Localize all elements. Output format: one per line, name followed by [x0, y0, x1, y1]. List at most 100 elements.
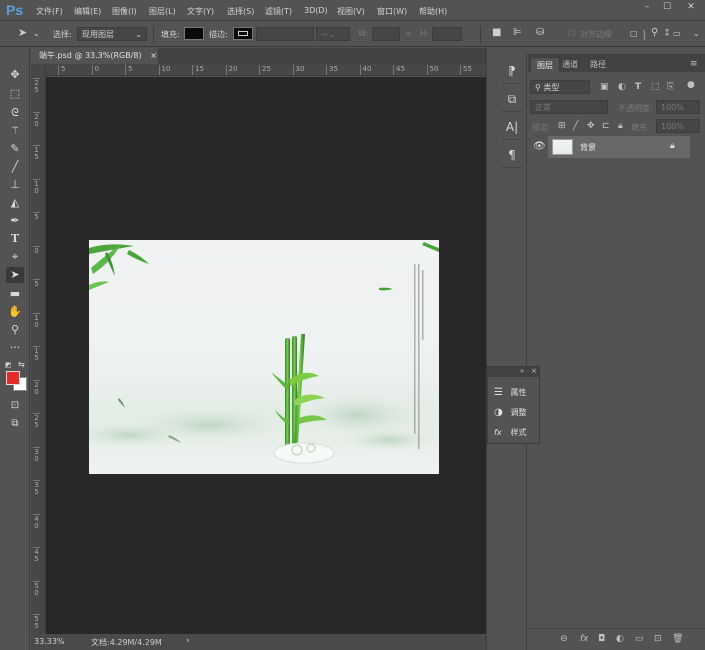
tool-preset-chevron-icon[interactable]: ⌄ — [33, 29, 40, 38]
paragraph-icon[interactable]: ¶ — [501, 142, 523, 168]
zoom-level[interactable]: 33.33% — [34, 637, 65, 646]
adjustments-panel-button[interactable]: ◑ 调整 — [494, 407, 527, 418]
new-layer-icon[interactable]: ⊡ — [654, 634, 662, 644]
maximize-button[interactable]: ☐ — [656, 0, 678, 14]
history-icon[interactable]: ⁋ — [501, 58, 523, 84]
filter-kind-dropdown[interactable]: ⚲ 类型 — [530, 80, 590, 94]
floating-panel-header[interactable]: » × — [488, 367, 539, 377]
status-menu-arrow-icon[interactable]: › — [186, 636, 190, 646]
menu-layer[interactable]: 图层(L) — [149, 6, 176, 17]
menu-image[interactable]: 图像(I) — [112, 6, 137, 17]
menu-view[interactable]: 视图(V) — [337, 6, 365, 17]
filter-adjustment-icon[interactable]: ◐ — [618, 82, 626, 92]
foreground-color-swatch[interactable] — [6, 371, 20, 385]
panel-menu-icon[interactable]: ≡ — [690, 59, 698, 69]
blend-mode-dropdown[interactable]: 正常 — [530, 100, 608, 114]
tab-channels[interactable]: 通道 — [556, 57, 584, 72]
select-dropdown[interactable]: 现用图层 ⌄ — [77, 27, 147, 41]
filter-toggle-icon[interactable]: ● — [687, 80, 695, 90]
share-icon[interactable]: ⁑ — [665, 29, 669, 38]
stroke-width-field[interactable] — [256, 27, 314, 41]
path-alignment-icon[interactable]: ⊫ — [513, 27, 522, 38]
new-group-icon[interactable]: ▭ — [635, 634, 644, 644]
filter-smart-object-icon[interactable]: ⎘ — [667, 82, 674, 92]
menu-filter[interactable]: 滤镜(T) — [265, 6, 292, 17]
fill-field[interactable]: 100% — [656, 119, 700, 133]
document-tab[interactable]: 端午.psd @ 33.3%(RGB/8) × — [31, 48, 158, 64]
lock-image-icon[interactable]: ╱ — [573, 121, 578, 131]
3d-panel-icon[interactable]: ⧉ — [501, 86, 523, 112]
quick-mask-icon[interactable]: ⊡ — [6, 398, 24, 414]
more-tools-icon[interactable]: ··· — [6, 340, 24, 356]
collapse-panel-icon[interactable]: » — [520, 367, 524, 375]
lasso-tool-icon[interactable]: ᘓ — [6, 105, 24, 121]
menu-3d[interactable]: 3D(D) — [304, 6, 328, 15]
ruler-top[interactable]: 5 0 5 10 15 20 25 30 35 40 45 50 55 — [46, 64, 486, 76]
path-operations-icon[interactable]: ■ — [492, 27, 501, 38]
add-mask-icon[interactable]: ◘ — [598, 634, 605, 644]
menu-edit[interactable]: 编辑(E) — [74, 6, 101, 17]
settings-gear-icon[interactable]: ▢ — [630, 29, 638, 38]
align-edges-checkbox[interactable]: ☐ — [568, 29, 575, 38]
path-tool-icon[interactable]: ⌖ — [6, 249, 24, 265]
path-selection-tool-icon[interactable]: ➤ — [18, 26, 27, 39]
visibility-eye-icon[interactable]: 👁︎ — [533, 141, 546, 152]
move-tool-icon[interactable]: ✥ — [6, 67, 24, 83]
delete-layer-icon[interactable]: 🗑 — [672, 634, 683, 644]
eyedropper-tool-icon[interactable]: ✎ — [6, 141, 24, 157]
constrain-icon[interactable]: ⸾ — [643, 29, 646, 40]
menu-help[interactable]: 帮助(H) — [419, 6, 447, 17]
menu-window[interactable]: 窗口(W) — [377, 6, 407, 17]
zoom-tool-icon[interactable]: ⚲ — [6, 322, 24, 338]
pen-tool-icon[interactable]: ✒ — [6, 213, 24, 229]
lock-transparent-icon[interactable]: ⊞ — [558, 121, 566, 131]
lock-all-icon[interactable]: 🔒︎ — [618, 121, 623, 131]
panel-dock-divider[interactable] — [486, 48, 496, 650]
type-tool-icon[interactable]: T — [6, 231, 24, 247]
lock-artboard-icon[interactable]: ⊏ — [602, 121, 610, 131]
clone-stamp-tool-icon[interactable]: ⊥ — [6, 177, 24, 193]
marquee-tool-icon[interactable]: ⬚ — [6, 86, 24, 102]
layer-item[interactable]: 背景 🔒︎ — [548, 136, 690, 158]
brush-tool-icon[interactable]: ╱ — [6, 159, 24, 175]
lock-position-icon[interactable]: ✥ — [587, 121, 595, 131]
layer-row[interactable]: 👁︎ 背景 🔒︎ — [528, 136, 705, 158]
opacity-field[interactable]: 100% — [656, 100, 700, 114]
menu-file[interactable]: 文件(F) — [36, 6, 63, 17]
magic-wand-tool-icon[interactable]: ⚚ — [6, 123, 24, 139]
workspace-icon[interactable]: ▭ — [673, 29, 681, 38]
width-field[interactable] — [372, 27, 400, 41]
eraser-tool-icon[interactable]: ◭ — [6, 195, 24, 211]
link-layers-icon[interactable]: ⊖ — [560, 634, 568, 644]
filter-shape-icon[interactable]: ⬚ — [651, 82, 660, 92]
hand-tool-icon[interactable]: ✋ — [6, 304, 24, 320]
new-adjustment-layer-icon[interactable]: ◐ — [616, 634, 624, 644]
screen-mode-icon[interactable]: ⧉ — [6, 416, 24, 432]
fill-color-swatch[interactable] — [184, 27, 204, 40]
layer-style-icon[interactable]: fx — [580, 634, 589, 644]
menu-select[interactable]: 选择(S) — [227, 6, 254, 17]
properties-panel-button[interactable]: ☰ 属性 — [494, 387, 527, 398]
close-window-button[interactable]: ✕ — [680, 0, 702, 14]
filter-type-icon[interactable]: T — [635, 82, 641, 92]
document-canvas[interactable] — [89, 240, 439, 474]
character-icon[interactable]: A| — [501, 114, 523, 140]
path-arrangement-icon[interactable]: ⛁ — [536, 27, 544, 38]
stroke-color-swatch[interactable] — [233, 27, 253, 40]
default-colors-icon[interactable]: ◩ — [5, 361, 12, 369]
minimize-button[interactable]: – — [636, 0, 658, 14]
height-field[interactable] — [432, 27, 462, 41]
ruler-left[interactable]: 25 20 15 10 5 0 5 10 15 20 25 30 35 40 45 50 55 — [31, 64, 46, 634]
menu-type[interactable]: 文字(Y) — [187, 6, 214, 17]
close-tab-icon[interactable]: × — [150, 51, 157, 60]
styles-panel-button[interactable]: fx 样式 — [494, 427, 527, 438]
swap-colors-icon[interactable]: ⇆ — [18, 360, 25, 369]
rectangle-tool-icon[interactable]: ▬ — [6, 286, 24, 302]
filter-pixel-icon[interactable]: ▣ — [600, 82, 609, 92]
link-icon[interactable]: ∞ — [405, 29, 412, 38]
tab-paths[interactable]: 路径 — [584, 57, 612, 72]
stroke-type-dropdown[interactable]: —⌄ — [316, 27, 350, 41]
workspace-chevron-icon[interactable]: ⌄ — [693, 29, 700, 38]
close-panel-icon[interactable]: × — [531, 367, 537, 375]
search-icon[interactable]: ⚲ — [651, 27, 658, 38]
